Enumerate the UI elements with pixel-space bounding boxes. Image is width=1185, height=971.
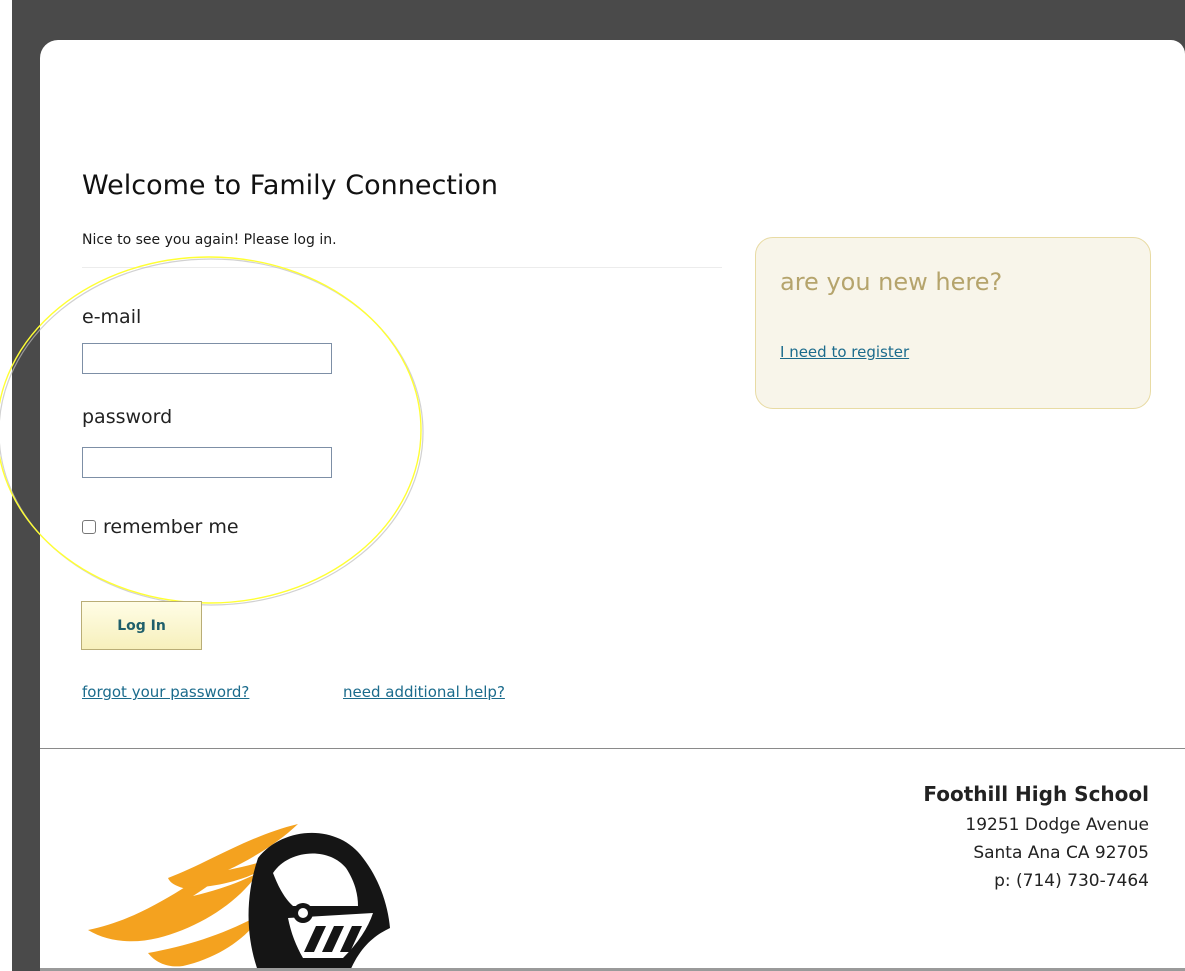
window-frame-edge — [0, 0, 12, 971]
login-subtitle: Nice to see you again! Please log in. — [82, 232, 337, 248]
register-link[interactable]: I need to register — [780, 343, 909, 361]
email-field[interactable] — [82, 343, 332, 374]
school-street: 19251 Dodge Avenue — [965, 815, 1149, 835]
screen: Welcome to Family Connection Nice to see… — [0, 0, 1185, 971]
password-field[interactable] — [82, 447, 332, 478]
password-label: password — [82, 406, 173, 428]
page-title: Welcome to Family Connection — [82, 170, 499, 201]
email-label: e-mail — [82, 306, 142, 328]
login-button[interactable]: Log In — [81, 601, 202, 650]
school-name: Foothill High School — [923, 782, 1149, 806]
new-user-panel — [755, 237, 1151, 409]
knight-helmet-icon — [88, 824, 390, 971]
remember-me-label[interactable]: remember me — [103, 516, 239, 538]
title-divider — [82, 267, 722, 268]
school-city: Santa Ana CA 92705 — [973, 843, 1149, 863]
forgot-password-link[interactable]: forgot your password? — [82, 683, 249, 701]
remember-me-row[interactable]: remember me — [82, 516, 239, 538]
footer-divider — [40, 748, 1185, 749]
remember-me-checkbox[interactable] — [82, 520, 96, 534]
school-phone: p: (714) 730-7464 — [994, 871, 1149, 891]
additional-help-link[interactable]: need additional help? — [343, 683, 505, 701]
new-user-title: are you new here? — [780, 268, 1003, 296]
